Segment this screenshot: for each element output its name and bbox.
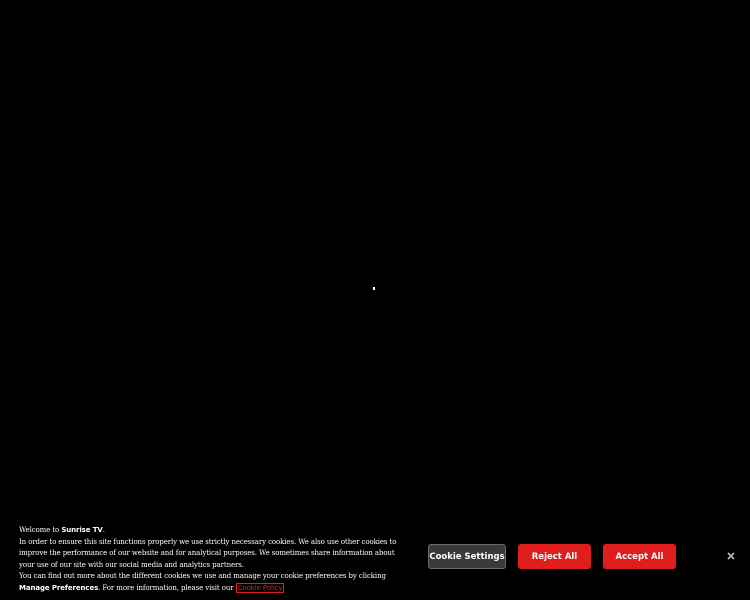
- close-icon: [727, 552, 735, 560]
- accept-all-button[interactable]: Accept All: [603, 544, 676, 569]
- manage-suffix: . For more information, please visit our: [98, 583, 236, 592]
- welcome-suffix: .: [102, 526, 105, 534]
- cookie-policy-link[interactable]: Cookie Policy: [235, 582, 285, 593]
- welcome-prefix: Welcome to: [19, 526, 62, 534]
- welcome-line: Welcome to Sunrise TV.: [19, 525, 407, 537]
- manage-prefix: You can find out more about the differen…: [19, 572, 386, 580]
- loading-indicator: [373, 287, 375, 290]
- page-canvas: Welcome to Sunrise TV. In order to ensur…: [0, 0, 750, 600]
- manage-preferences-line: You can find out more about the differen…: [19, 571, 407, 594]
- reject-all-button[interactable]: Reject All: [518, 544, 591, 569]
- manage-preferences-link[interactable]: Manage Preferences: [19, 584, 98, 592]
- cookie-settings-button[interactable]: Cookie Settings: [428, 544, 506, 569]
- close-banner-button[interactable]: [724, 549, 738, 563]
- brand-name: Sunrise TV: [61, 526, 103, 534]
- cookie-banner: Welcome to Sunrise TV. In order to ensur…: [0, 516, 750, 600]
- cookie-message: Welcome to Sunrise TV. In order to ensur…: [19, 525, 407, 594]
- cookie-body-text: In order to ensure this site functions p…: [19, 537, 397, 569]
